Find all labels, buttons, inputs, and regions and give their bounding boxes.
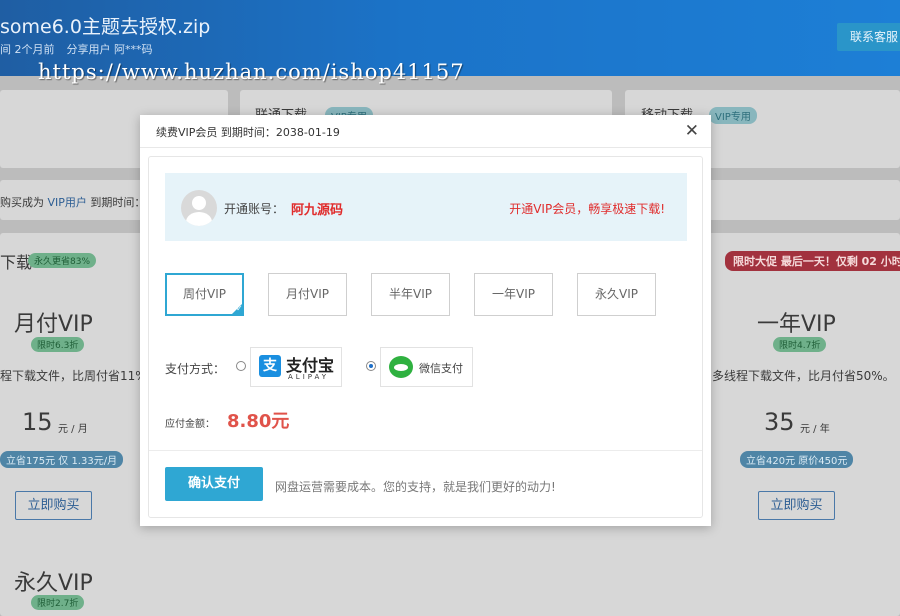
plan-half-year-vip[interactable]: 半年VIP (371, 273, 450, 316)
promo-banner: 限时大促 最后一天！仅剩 02 小时 (725, 251, 900, 271)
plan-yearly-vip[interactable]: 一年VIP (474, 273, 553, 316)
permanent-title: 永久VIP (14, 571, 93, 596)
monthly-unit: 元 / 月 (58, 424, 88, 435)
file-meta: 间 2个月前 分享用户 阿***码 (0, 41, 165, 57)
payment-method-label: 支付方式： (165, 362, 226, 376)
plan-permanent-vip[interactable]: 永久VIP (577, 273, 656, 316)
plan-label: 半年VIP (389, 287, 432, 301)
plan-label: 一年VIP (492, 287, 535, 301)
monthly-buy-button[interactable]: 立即购买 (15, 491, 92, 520)
renew-vip-modal: 续费VIP会员 到期时间：2038-01-19 ✕ 开通账号： 阿九源码 开通V… (140, 115, 711, 526)
modal-title: 续费VIP会员 到期时间：2038-01-19 (156, 126, 340, 139)
meta-time: 间 2个月前 (0, 43, 55, 56)
footer-divider (149, 450, 702, 451)
permanent-save-tag: 永久更省83% (28, 253, 97, 268)
wechat-pay-name: 微信支付 (419, 362, 463, 375)
yearly-buy-button[interactable]: 立即购买 (758, 491, 835, 520)
selected-check-icon (230, 302, 244, 316)
plan-label: 永久VIP (595, 287, 638, 301)
vip-notice-link[interactable]: VIP用户 (48, 196, 87, 209)
vip-promo-text: 开通VIP会员，畅享极速下载! (509, 202, 665, 216)
monthly-title: 月付VIP (14, 312, 93, 337)
plan-weekly-vip[interactable]: 周付VIP (165, 273, 244, 316)
alipay-subtitle: ALIPAY (288, 373, 330, 381)
monthly-save: 立省175元 仅 1.33元/月 (0, 451, 124, 468)
alipay-radio[interactable] (236, 361, 246, 371)
meta-share: 分享用户 阿***码 (66, 43, 153, 56)
wechat-logo-icon (389, 356, 413, 378)
close-icon[interactable]: ✕ (685, 121, 699, 141)
permanent-discount: 限时2.7折 (31, 595, 85, 610)
monthly-price: 15 (22, 408, 53, 436)
modal-header: 续费VIP会员 到期时间：2038-01-19 ✕ (140, 115, 711, 148)
amount-label: 应付金额： (165, 419, 215, 430)
yearly-unit: 元 / 年 (800, 424, 830, 435)
footer-note: 网盘运营需要成本。您的支持，就是我们更好的动力! (275, 480, 556, 494)
wechat-pay-option[interactable]: 微信支付 (380, 347, 473, 387)
amount-value: 8.80元 (227, 411, 290, 432)
account-info: 开通账号： 阿九源码 开通VIP会员，畅享极速下载! (165, 173, 687, 241)
yearly-price: 35 (764, 408, 795, 436)
account-label: 开通账号： (224, 202, 285, 216)
confirm-payment-button[interactable]: 确认支付 (165, 467, 263, 501)
mobile-vip-tag: VIP专用 (709, 107, 757, 124)
plan-label: 月付VIP (286, 287, 329, 301)
plan-label: 周付VIP (183, 287, 226, 301)
yearly-discount: 限时4.7折 (773, 337, 827, 352)
avatar (181, 190, 217, 226)
alipay-option[interactable]: 支 支付宝 ALIPAY (250, 347, 342, 387)
wechat-radio[interactable] (366, 361, 376, 371)
vip-notice: 购买成为 VIP用户 到期时间：2 (0, 194, 152, 210)
yearly-save: 立省420元 原价450元 (740, 451, 854, 468)
monthly-desc: 程下载文件，比周付省11% (0, 369, 147, 383)
modal-content: 开通账号： 阿九源码 开通VIP会员，畅享极速下载! 周付VIP 月付VIP 半… (148, 156, 703, 518)
contact-support-button[interactable]: 联系客服 (837, 23, 900, 51)
monthly-discount: 限时6.3折 (31, 337, 85, 352)
vip-notice-text: 购买成为 (0, 196, 44, 209)
yearly-desc: 多线程下载文件，比月付省50%。 (712, 369, 895, 383)
yearly-title: 一年VIP (757, 312, 836, 337)
alipay-logo-icon: 支 (259, 355, 281, 377)
file-title: some6.0主题去授权.zip (0, 16, 211, 38)
account-name: 阿九源码 (291, 203, 344, 218)
watermark-url: https://www.huzhan.com/ishop41157 (38, 60, 465, 84)
plan-monthly-vip[interactable]: 月付VIP (268, 273, 347, 316)
